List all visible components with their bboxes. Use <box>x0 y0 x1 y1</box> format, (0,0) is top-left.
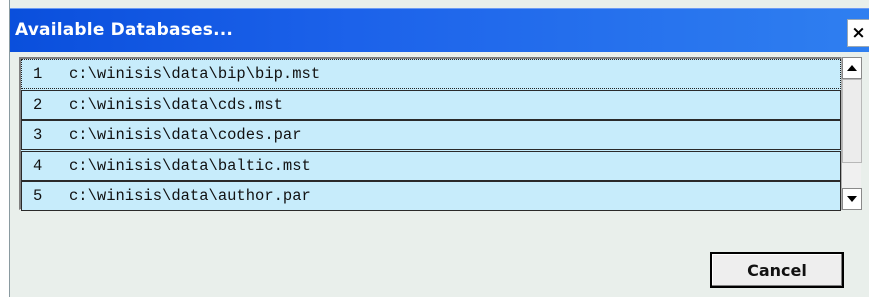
list-item[interactable]: 4 c:\winisis\data\baltic.mst <box>21 150 841 181</box>
close-icon: × <box>851 23 866 43</box>
cancel-button[interactable]: Cancel <box>710 252 844 288</box>
item-number: 1 <box>33 65 43 83</box>
title-bar[interactable]: Available Databases... × <box>10 8 869 52</box>
vertical-scrollbar[interactable] <box>841 57 862 210</box>
scroll-thumb[interactable] <box>842 79 862 163</box>
scroll-up-arrow-icon <box>847 65 857 71</box>
list-item[interactable]: 1 c:\winisis\data\bip\bip.mst <box>21 59 841 89</box>
item-path: c:\winisis\data\baltic.mst <box>69 156 311 175</box>
item-number: 4 <box>33 156 43 175</box>
list-item[interactable]: 2 c:\winisis\data\cds.mst <box>21 89 841 120</box>
database-list[interactable]: 1 c:\winisis\data\bip\bip.mst 2 c:\winis… <box>19 57 850 211</box>
available-databases-dialog: Available Databases... × 1 c:\winisis\da… <box>9 0 869 297</box>
item-path: c:\winisis\data\bip\bip.mst <box>69 65 321 83</box>
close-button[interactable]: × <box>847 19 869 47</box>
window-title: Available Databases... <box>15 20 234 40</box>
item-number: 3 <box>33 126 43 144</box>
list-item[interactable]: 3 c:\winisis\data\codes.par <box>21 120 841 150</box>
cancel-button-label: Cancel <box>747 260 807 280</box>
scroll-down-button[interactable] <box>842 188 862 210</box>
list-item[interactable]: 5 c:\winisis\data\author.par <box>21 181 841 211</box>
item-number: 5 <box>33 187 43 205</box>
item-number: 2 <box>33 95 43 114</box>
scroll-up-button[interactable] <box>842 57 862 79</box>
item-path: c:\winisis\data\cds.mst <box>69 95 283 114</box>
scroll-down-arrow-icon <box>847 196 857 202</box>
item-path: c:\winisis\data\codes.par <box>69 126 302 144</box>
item-path: c:\winisis\data\author.par <box>69 187 311 205</box>
